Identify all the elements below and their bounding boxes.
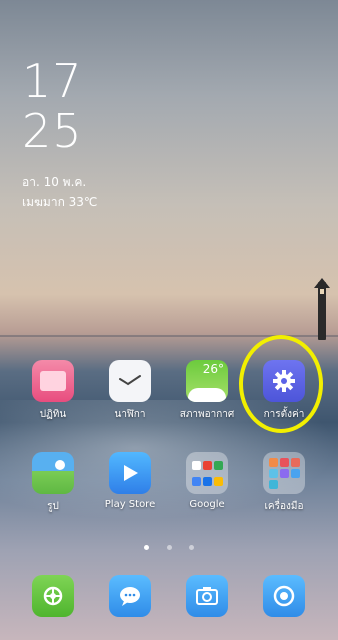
browser-icon xyxy=(263,575,305,617)
page-dot[interactable] xyxy=(188,545,194,550)
page-dot[interactable] xyxy=(166,545,172,550)
settings-highlight-circle xyxy=(239,335,323,433)
date-text: อา. 10 พ.ค. xyxy=(22,175,87,189)
tools-folder-icon xyxy=(263,452,305,494)
messages-icon xyxy=(109,575,151,617)
folder-tools[interactable]: เครื่องมือ xyxy=(245,452,323,514)
app-label: Play Store xyxy=(104,499,156,510)
dock-messages[interactable] xyxy=(91,575,169,617)
app-play-store[interactable]: Play Store xyxy=(91,452,169,510)
dock-phone[interactable] xyxy=(14,575,92,617)
google-folder-icon xyxy=(186,452,228,494)
app-label: รูป xyxy=(47,501,59,512)
app-clock[interactable]: นาฬิกา xyxy=(91,360,169,422)
app-label: นาฬิกา xyxy=(114,409,146,420)
weather-text: เมฆมาก 33℃ xyxy=(22,195,98,209)
clock-hour: 17 xyxy=(22,54,83,108)
app-weather[interactable]: 26° สภาพอากาศ xyxy=(168,360,246,422)
app-label: เครื่องมือ xyxy=(264,501,304,512)
app-label: ปฏิทิน xyxy=(39,409,67,420)
weather-icon: 26° xyxy=(186,360,228,402)
phone-icon xyxy=(32,575,74,617)
app-calendar[interactable]: ปฏิทิน xyxy=(14,360,92,422)
clock-widget[interactable]: 17 25 xyxy=(22,56,83,156)
folder-google[interactable]: Google xyxy=(168,452,246,510)
page-dot-active[interactable] xyxy=(144,545,150,550)
dock-browser[interactable] xyxy=(245,575,323,617)
camera-icon xyxy=(186,575,228,617)
clock-icon xyxy=(109,360,151,402)
date-weather-widget[interactable]: อา. 10 พ.ค. เมฆมาก 33℃ xyxy=(22,172,97,212)
weather-temp: 26° xyxy=(202,362,224,376)
app-label: สภาพอากาศ xyxy=(179,409,235,420)
clock-minute: 25 xyxy=(22,104,83,158)
page-indicator xyxy=(0,535,338,554)
photos-icon xyxy=(32,452,74,494)
play-store-icon xyxy=(109,452,151,494)
app-label: Google xyxy=(189,499,225,510)
dock-camera[interactable] xyxy=(168,575,246,617)
app-photos[interactable]: รูป xyxy=(14,452,92,514)
beacon-icon xyxy=(314,278,330,298)
home-screen: 17 25 อา. 10 พ.ค. เมฆมาก 33℃ ปฏิทิน นาฬิ… xyxy=(0,0,338,640)
calendar-icon xyxy=(32,360,74,402)
